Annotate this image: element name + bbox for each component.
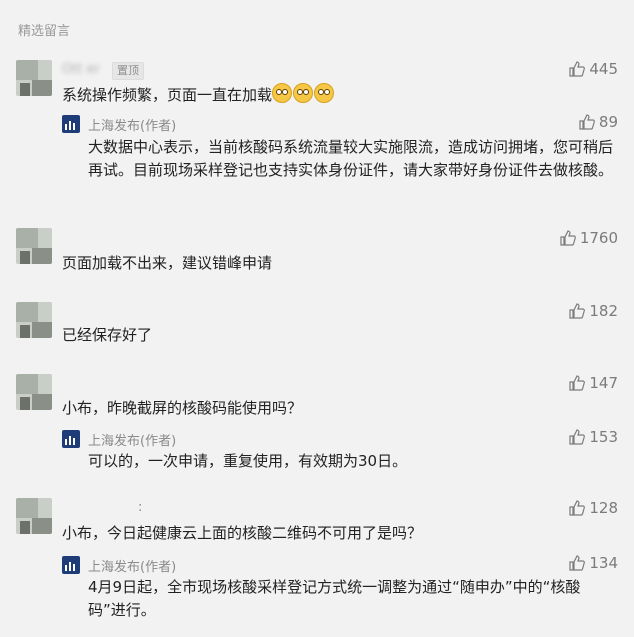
author-logo-icon [62, 556, 80, 574]
avatar[interactable] [16, 498, 52, 534]
like-count: 89 [598, 113, 618, 131]
commenter-name[interactable]: : [138, 500, 142, 515]
like-count: 147 [589, 374, 618, 392]
like-button[interactable]: 89 [579, 113, 618, 131]
reply-text: 4月9日起，全市现场核酸采样登记方式统一调整为通过“随申办”中的“核酸码”进行。 [88, 578, 581, 619]
flushed-face-emoji [293, 83, 314, 103]
thumbs-up-icon [569, 429, 586, 445]
reply-text: 可以的，一次申请，重复使用，有效期为30日。 [88, 452, 408, 470]
like-count: 445 [589, 60, 618, 78]
like-button[interactable]: 1760 [560, 229, 618, 247]
comment-text: 小布，今日起健康云上面的核酸二维码不可用了是吗？ [62, 524, 423, 542]
avatar[interactable] [16, 60, 52, 96]
like-count: 153 [589, 428, 618, 446]
thumbs-up-icon [579, 114, 595, 130]
comment-text: 系统操作频繁，页面一直在加载 [62, 83, 335, 107]
comment-text: 小布，昨晚截屏的核酸码能使用吗？ [62, 399, 303, 417]
flushed-face-emoji [314, 83, 335, 103]
pinned-badge: 置顶 [112, 62, 144, 80]
like-count: 1760 [579, 229, 618, 247]
like-button[interactable]: 134 [569, 554, 618, 572]
like-button[interactable]: 153 [569, 428, 618, 446]
reply-text: 大数据中心表示，当前核酸码系统流量较大实施限流，造成访问拥堵，您可稍后再试。目前… [88, 138, 614, 179]
thumbs-up-icon [569, 303, 586, 319]
reply-author[interactable]: 上海发布(作者) [88, 115, 176, 134]
thumbs-up-icon [569, 555, 586, 571]
avatar[interactable] [16, 374, 52, 410]
thumbs-up-icon [569, 500, 586, 516]
reply-author[interactable]: 上海发布(作者) [88, 556, 176, 575]
thumbs-up-icon [569, 375, 586, 391]
like-button[interactable]: 147 [569, 374, 618, 392]
thumbs-up-icon [569, 61, 586, 77]
like-button[interactable]: 445 [569, 60, 618, 78]
like-count: 134 [589, 554, 618, 572]
like-count: 128 [589, 499, 618, 517]
comment-text: 已经保存好了 [62, 326, 153, 344]
thumbs-up-icon [560, 230, 576, 246]
comment-text: 页面加载不出来，建议错峰申请 [62, 254, 273, 272]
commenter-name[interactable]: Ott er [62, 62, 100, 77]
reply-author[interactable]: 上海发布(作者) [88, 430, 176, 449]
flushed-face-emoji [272, 83, 293, 103]
author-logo-icon [62, 115, 80, 133]
comment-text-body: 系统操作频繁，页面一直在加载 [62, 86, 273, 104]
like-count: 182 [589, 302, 618, 320]
section-title: 精选留言 [18, 24, 71, 39]
like-button[interactable]: 128 [569, 499, 618, 517]
avatar[interactable] [16, 302, 52, 338]
author-logo-icon [62, 430, 80, 448]
like-button[interactable]: 182 [569, 302, 618, 320]
avatar[interactable] [16, 228, 52, 264]
